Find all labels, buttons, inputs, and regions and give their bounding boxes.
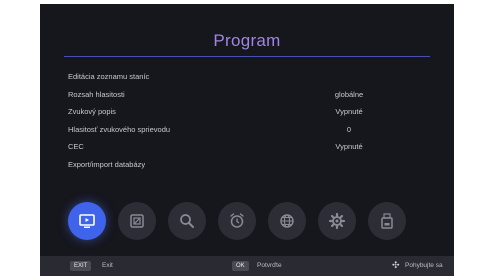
menu-item-label: CEC (68, 142, 84, 151)
title-divider (64, 56, 430, 57)
menu-item-value: Vypnuté (335, 107, 363, 116)
menu-item-value: 0 (346, 124, 352, 134)
exit-key-badge[interactable]: EXIT (70, 261, 92, 271)
menu-item-value: globálne (334, 89, 364, 99)
tv-screen: Program Editácia zoznamu staníc Rozsah h… (40, 4, 454, 276)
search-icon[interactable] (168, 202, 206, 240)
menu-item-label: Hlasitosť zvukového sprievodu (68, 124, 171, 134)
menu-item-cec[interactable]: CEC Vypnuté (68, 139, 388, 157)
picture-icon[interactable] (118, 202, 156, 240)
exit-label: Exit (102, 262, 113, 269)
navigation-arrows-icon: ✣ (392, 260, 400, 270)
help-bar: EXIT Exit OK Potvrďte ✣ Pohybujte sa (40, 256, 454, 276)
menu-item-label: Rozsah hlasitosti (68, 89, 125, 99)
network-globe-icon[interactable] (268, 202, 306, 240)
ok-key-badge[interactable]: OK (232, 261, 249, 271)
menu-item-label: Editácia zoznamu staníc (68, 72, 150, 81)
ok-label: Potvrďte (257, 262, 282, 269)
move-label: Pohybujte sa (405, 262, 443, 269)
menu-item-value: Vypnuté (335, 142, 363, 151)
program-menu-list: Editácia zoznamu staníc Rozsah hlasitost… (68, 69, 388, 174)
timer-clock-icon[interactable] (218, 202, 256, 240)
settings-gear-icon[interactable] (318, 202, 356, 240)
program-tv-icon[interactable] (68, 202, 106, 240)
menu-item-volume-range[interactable]: Rozsah hlasitosti globálne (68, 87, 388, 105)
menu-item-database-export-import[interactable]: Export/import databázy (68, 157, 388, 175)
menu-item-label: Export/import databázy (68, 159, 146, 169)
menu-item-label: Zvukový popis (68, 107, 116, 116)
menu-item-audio-description-volume[interactable]: Hlasitosť zvukového sprievodu 0 (68, 122, 388, 140)
menu-item-channel-edit[interactable]: Editácia zoznamu staníc (68, 69, 388, 87)
menu-title: Program (213, 31, 281, 50)
usb-storage-icon[interactable] (368, 202, 406, 240)
menu-item-audio-description[interactable]: Zvukový popis Vypnuté (68, 104, 388, 122)
